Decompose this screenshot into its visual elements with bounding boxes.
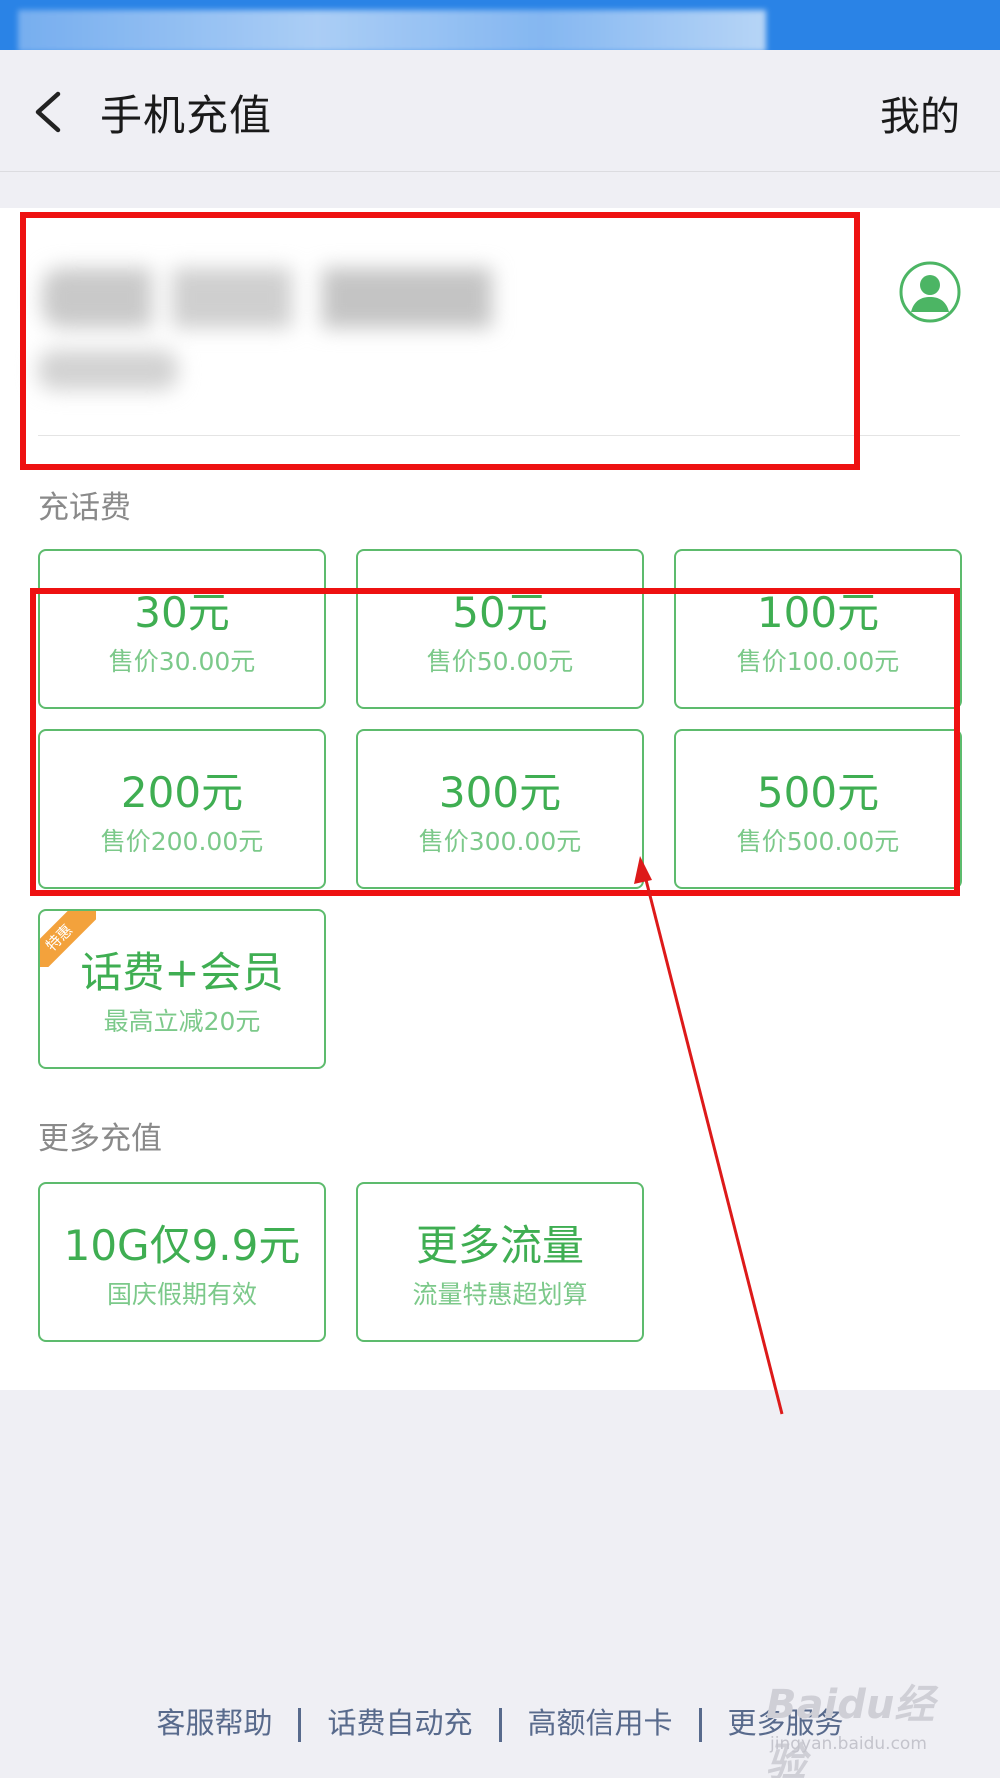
status-bar [0,0,1000,52]
topup-amount: 30元 [134,588,230,637]
blurred-phone-number [42,268,542,328]
back-button[interactable] [26,84,76,140]
more-data-option[interactable]: 更多流量 流量特惠超划算 [356,1182,644,1342]
page-title: 手机充值 [100,91,273,140]
topup-option-50[interactable]: 50元 售价50.00元 [356,549,644,709]
footer-link-credit-card[interactable]: 高额信用卡 [528,1706,673,1740]
footer-divider [298,1708,302,1742]
data-package-option[interactable]: 10G仅9.9元 国庆假期有效 [38,1182,326,1342]
topup-amount: 200元 [120,768,244,817]
topup-option-30[interactable]: 30元 售价30.00元 [38,549,326,709]
footer-link-customer-service[interactable]: 客服帮助 [156,1706,272,1740]
topup-amount: 500元 [756,768,880,817]
topup-price: 售价30.00元 [108,647,256,676]
footer-link-auto-topup[interactable]: 话费自动充 [327,1706,472,1740]
option-title: 更多流量 [415,1221,584,1270]
chevron-left-icon [35,91,61,133]
topup-price: 售价500.00元 [736,827,900,856]
contact-avatar-button[interactable] [898,260,962,324]
topup-price: 售价50.00元 [426,647,574,676]
promo-bundle-option[interactable]: 特惠 话费+会员 最高立减20元 [38,909,326,1069]
topup-amount: 100元 [756,588,880,637]
topup-amount: 50元 [452,588,548,637]
more-section-title: 更多充值 [38,1121,162,1157]
blurred-carrier-info [38,350,178,390]
option-subtitle: 国庆假期有效 [106,1280,257,1309]
footer-divider [498,1708,502,1742]
topup-option-200[interactable]: 200元 售价200.00元 [38,729,326,889]
topup-price: 售价100.00元 [736,647,900,676]
topup-price: 售价300.00元 [418,827,582,856]
navigation-bar: 手机充值 我的 [0,50,1000,172]
footer-divider [698,1708,702,1742]
phone-number-area[interactable] [38,208,962,436]
badge-label: 特惠 [40,911,96,967]
topup-option-300[interactable]: 300元 售价300.00元 [356,729,644,889]
status-bar-blurred-content [18,10,766,52]
topup-option-100[interactable]: 100元 售价100.00元 [674,549,962,709]
topup-price: 售价200.00元 [100,827,264,856]
option-subtitle: 流量特惠超划算 [412,1280,588,1309]
footer-links: 客服帮助 话费自动充 高额信用卡 更多服务 [0,1700,1000,1750]
topup-section-title: 充话费 [38,490,131,526]
topup-option-500[interactable]: 500元 售价500.00元 [674,729,962,889]
footer-link-more-services[interactable]: 更多服务 [728,1706,844,1740]
user-avatar-icon [899,261,961,323]
my-account-button[interactable]: 我的 [880,84,960,142]
topup-amount: 300元 [438,768,562,817]
option-title: 10G仅9.9元 [63,1221,301,1270]
special-offer-badge: 特惠 [40,911,96,967]
promo-subtitle: 最高立减20元 [103,1007,261,1036]
